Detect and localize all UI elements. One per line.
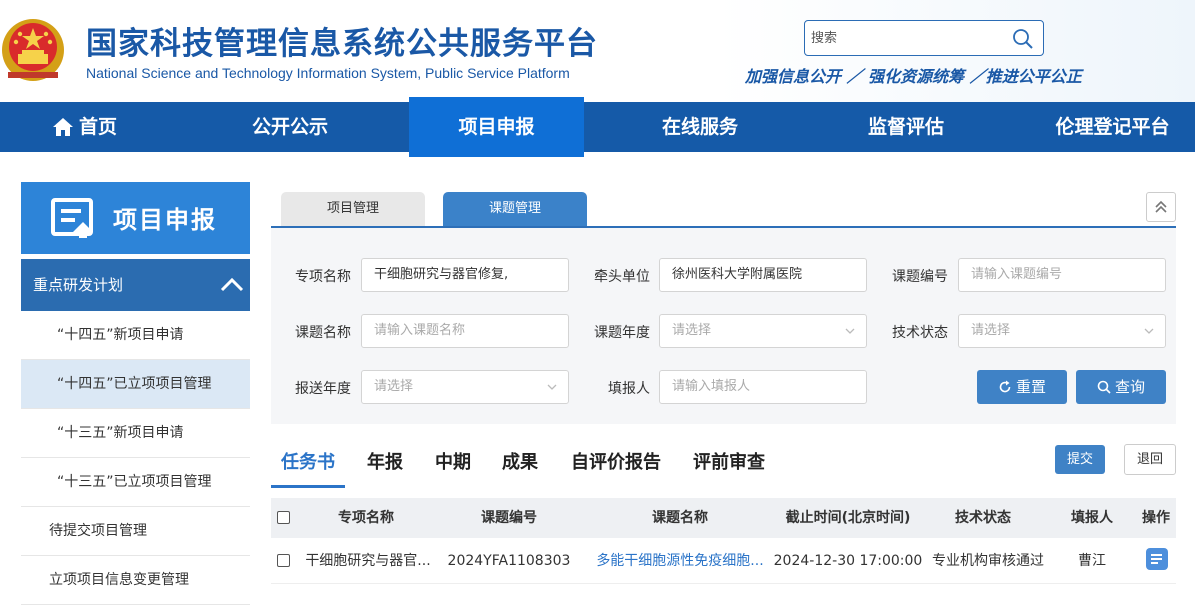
site-header: 国家科技管理信息系统公共服务平台 National Science and Te…: [0, 0, 1195, 102]
filler-label: 填报人: [608, 381, 650, 397]
submit-year-placeholder: 请选择: [374, 379, 414, 394]
topic-no-field[interactable]: 请输入课题编号: [958, 258, 1166, 292]
col-deadline: 截止时间(北京时间): [785, 510, 911, 526]
nav-ethics-platform[interactable]: 伦理登记平台: [1030, 102, 1195, 152]
active-subtab-indicator: [271, 485, 345, 488]
nav-public-notice[interactable]: 公开公示: [210, 102, 370, 152]
subtab-annual-report[interactable]: 年报: [367, 448, 403, 474]
submit-button[interactable]: 提交: [1055, 445, 1105, 474]
col-topic-name: 课题名称: [652, 510, 708, 526]
project-form-icon: [51, 198, 93, 238]
sidebar-plan-toggle[interactable]: [214, 259, 250, 311]
col-actions: 操作: [1142, 510, 1170, 526]
topic-name-field[interactable]: 请输入课题名称: [361, 314, 569, 348]
subtab-midterm[interactable]: 中期: [435, 448, 471, 474]
nav-home-label: 首页: [78, 116, 117, 138]
filler-field[interactable]: 请输入填报人: [659, 370, 867, 404]
refresh-icon: [999, 380, 1011, 393]
sidebar-item-pending-submit[interactable]: 待提交项目管理: [21, 507, 250, 556]
chevron-down-icon: [845, 328, 855, 334]
sidebar-banner: 项目申报: [21, 182, 250, 254]
sidebar-item-145-new[interactable]: “十四五”新项目申请: [21, 311, 250, 360]
topic-name-label: 课题名称: [295, 325, 351, 341]
slogan: 加强信息公开 ／ 强化资源统筹 ／推进公平公正: [745, 67, 1082, 86]
select-all-checkbox[interactable]: [277, 511, 290, 524]
subtab-pre-review[interactable]: 评前审查: [693, 448, 765, 474]
col-topic-code: 课题编号: [481, 510, 537, 526]
national-emblem-icon: [2, 19, 64, 81]
row-checkbox[interactable]: [277, 554, 290, 567]
return-button[interactable]: 退回: [1124, 444, 1176, 475]
nav-supervision[interactable]: 监督评估: [826, 102, 986, 152]
nav-home[interactable]: 首页: [20, 102, 150, 152]
reset-button[interactable]: 重置: [977, 370, 1067, 404]
row-topic-name-link[interactable]: 多能干细胞源性免疫细胞...: [587, 538, 773, 584]
filter-panel: 专项名称 干细胞研究与器官修复, 牵头单位 徐州医科大学附属医院 课题编号 请输…: [271, 228, 1176, 424]
collapse-button[interactable]: [1146, 192, 1176, 222]
special-name-field[interactable]: 干细胞研究与器官修复,: [361, 258, 569, 292]
submit-year-label: 报送年度: [295, 381, 351, 397]
row-filler: 曹江: [1078, 553, 1106, 569]
lead-unit-label: 牵头单位: [594, 269, 650, 285]
topic-year-select[interactable]: 请选择: [659, 314, 867, 348]
reset-label: 重置: [1015, 378, 1046, 396]
topic-year-placeholder: 请选择: [672, 323, 712, 338]
chevron-up-icon: [220, 277, 244, 292]
tech-status-label: 技术状态: [892, 325, 948, 341]
row-special-name: 干细胞研究与器官...: [305, 553, 431, 569]
chevron-down-icon: [1144, 328, 1154, 334]
table-header: 专项名称 课题编号 课题名称 截止时间(北京时间) 技术状态 填报人 操作: [271, 498, 1176, 538]
row-deadline: 2024-12-30 17:00:00: [773, 553, 923, 569]
sidebar-banner-title: 项目申报: [113, 206, 217, 234]
sidebar-item-135-new[interactable]: “十三五”新项目申请: [21, 409, 250, 458]
subtab-results[interactable]: 成果: [502, 448, 538, 474]
topic-year-label: 课题年度: [594, 325, 650, 341]
chevron-down-icon: [547, 384, 557, 390]
sidebar-item-145-established[interactable]: “十四五”已立项项目管理: [21, 360, 250, 409]
subtab-self-evaluation[interactable]: 自评价报告: [571, 448, 661, 474]
sidebar-plan-label: 重点研发计划: [33, 276, 124, 294]
site-title: 国家科技管理信息系统公共服务平台: [86, 26, 598, 62]
document-icon[interactable]: [1146, 548, 1168, 570]
sidebar-item-135-established[interactable]: “十三五”已立项项目管理: [21, 458, 250, 507]
lead-unit-field[interactable]: 徐州医科大学附属医院: [659, 258, 867, 292]
nav-online-service[interactable]: 在线服务: [620, 102, 780, 152]
row-topic-code: 2024YFA1108303: [447, 553, 571, 569]
tab-topic-management[interactable]: 课题管理: [443, 192, 587, 226]
search-box: [804, 20, 1044, 56]
main-nav: 首页 公开公示 项目申报 在线服务 监督评估 伦理登记平台: [0, 97, 1195, 157]
special-name-label: 专项名称: [295, 269, 351, 285]
col-special-name: 专项名称: [338, 510, 394, 526]
query-button[interactable]: 查询: [1076, 370, 1166, 404]
sidebar-plan-header[interactable]: 重点研发计划: [21, 259, 250, 311]
search-icon: [1097, 380, 1111, 394]
col-filler: 填报人: [1071, 510, 1113, 526]
double-chevron-up-icon: [1155, 200, 1167, 213]
table-row[interactable]: 干细胞研究与器官... 2024YFA1108303 多能干细胞源性免疫细胞..…: [271, 538, 1176, 584]
submit-year-select[interactable]: 请选择: [361, 370, 569, 404]
subtab-task-book[interactable]: 任务书: [281, 448, 335, 474]
tab-project-management[interactable]: 项目管理: [281, 192, 425, 226]
row-tech-status: 专业机构审核通过: [932, 553, 1044, 569]
search-input[interactable]: [811, 27, 1007, 49]
nav-project-apply[interactable]: 项目申报: [409, 97, 584, 157]
tech-status-placeholder: 请选择: [971, 323, 1011, 338]
topic-no-label: 课题编号: [892, 269, 948, 285]
tech-status-select[interactable]: 请选择: [958, 314, 1166, 348]
query-label: 查询: [1114, 378, 1145, 396]
search-icon[interactable]: [1011, 27, 1035, 51]
site-subtitle: National Science and Technology Informat…: [86, 65, 570, 81]
home-icon: [52, 118, 73, 136]
col-tech-status: 技术状态: [955, 510, 1011, 526]
